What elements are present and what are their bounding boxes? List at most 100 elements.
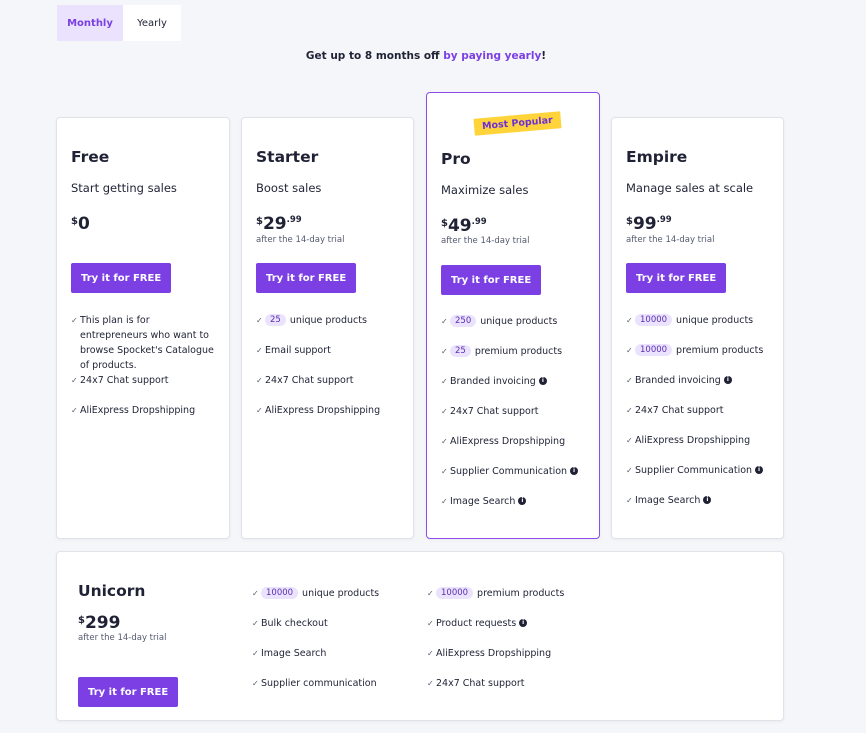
plan-tagline: Boost sales xyxy=(256,181,322,195)
feature-item: ✓ Supplier Communication i xyxy=(626,463,773,478)
yearly-promo-text: Get up to 8 months off by paying yearly! xyxy=(0,50,852,62)
trial-note: after the 14-day trial xyxy=(626,235,715,245)
billing-yearly-option[interactable]: Yearly xyxy=(123,5,181,41)
check-icon: ✓ xyxy=(626,406,633,415)
feature-item: ✓ 250 unique products xyxy=(441,314,589,329)
promo-suffix: ! xyxy=(541,50,547,62)
feature-text: Image Search xyxy=(450,496,516,507)
price-cents: .99 xyxy=(471,217,487,227)
plan-card-free: Free Start getting sales $0 Try it for F… xyxy=(56,117,230,539)
feature-text: Supplier Communication xyxy=(450,466,568,477)
feature-item: ✓ AliExpress Dropshipping xyxy=(626,433,773,448)
check-icon: ✓ xyxy=(626,496,633,505)
check-icon: ✓ xyxy=(427,589,434,598)
trial-note: after the 14-day trial xyxy=(441,236,530,246)
feature-item: ✓ 25 premium products xyxy=(441,344,589,359)
feature-item: ✓ 24x7 Chat support xyxy=(256,373,403,388)
plan-tagline: Manage sales at scale xyxy=(626,181,754,195)
try-free-button-empire[interactable]: Try it for FREE xyxy=(626,263,727,293)
plan-name: Unicorn xyxy=(78,582,146,600)
plan-price: $99.99 xyxy=(626,214,672,234)
feature-text: 24x7 Chat support xyxy=(450,406,539,417)
feature-item: ✓ AliExpress Dropshipping xyxy=(441,434,589,449)
try-free-button-free[interactable]: Try it for FREE xyxy=(71,263,172,293)
check-icon: ✓ xyxy=(441,467,448,476)
feature-text: 24x7 Chat support xyxy=(436,678,525,689)
feature-item: ✓ AliExpress Dropshipping xyxy=(256,403,403,418)
feature-count-badge: 10000 xyxy=(261,587,299,599)
feature-text: Supplier Communication xyxy=(635,465,753,476)
check-icon: ✓ xyxy=(441,497,448,506)
info-icon[interactable]: i xyxy=(703,496,712,504)
check-icon: ✓ xyxy=(626,436,633,445)
feature-item: ✓ Image Search i xyxy=(626,493,773,508)
plan-name: Empire xyxy=(626,148,688,166)
feature-item: ✓ 24x7 Chat support xyxy=(427,676,607,691)
try-free-button-unicorn[interactable]: Try it for FREE xyxy=(78,677,179,707)
feature-item: ✓ 10000 unique products xyxy=(252,586,422,601)
plan-tagline: Maximize sales xyxy=(441,183,529,197)
check-icon: ✓ xyxy=(252,619,259,628)
check-icon: ✓ xyxy=(626,466,633,475)
plan-name: Starter xyxy=(256,148,319,166)
feature-count-badge: 25 xyxy=(265,314,286,326)
feature-text: premium products xyxy=(477,588,565,599)
feature-text: AliExpress Dropshipping xyxy=(635,435,751,446)
price-amount: 29 xyxy=(262,214,287,234)
price-currency: $ xyxy=(626,216,633,227)
check-icon: ✓ xyxy=(441,437,448,446)
feature-count-badge: 10000 xyxy=(635,344,673,356)
feature-text: Email support xyxy=(265,345,331,356)
check-icon: ✓ xyxy=(626,316,633,325)
feature-item: ✓ 10000 unique products xyxy=(626,313,773,328)
check-icon: ✓ xyxy=(252,679,259,688)
feature-text: AliExpress Dropshipping xyxy=(436,648,552,659)
most-popular-badge: Most Popular xyxy=(473,111,562,136)
feature-count-badge: 10000 xyxy=(436,587,474,599)
info-icon[interactable]: i xyxy=(518,497,527,505)
plan-tagline: Start getting sales xyxy=(71,181,177,195)
check-icon: ✓ xyxy=(252,649,259,658)
feature-text: Product requests xyxy=(436,618,517,629)
price-currency: $ xyxy=(441,218,448,229)
feature-text: AliExpress Dropshipping xyxy=(80,405,196,416)
check-icon: ✓ xyxy=(252,589,259,598)
price-cents: .99 xyxy=(286,215,302,225)
feature-text: premium products xyxy=(676,345,764,356)
plan-card-starter: Starter Boost sales $29.99 after the 14-… xyxy=(241,117,414,539)
feature-text: 24x7 Chat support xyxy=(635,405,724,416)
billing-monthly-option[interactable]: Monthly xyxy=(57,5,123,41)
feature-item: ✓ Product requests i xyxy=(427,616,607,631)
feature-text: Bulk checkout xyxy=(261,618,328,629)
feature-item: ✓ AliExpress Dropshipping xyxy=(427,646,607,661)
feature-text: 24x7 Chat support xyxy=(265,375,354,386)
try-free-button-pro[interactable]: Try it for FREE xyxy=(441,265,542,295)
feature-text: Image Search xyxy=(635,495,701,506)
price-amount: 99 xyxy=(632,214,657,234)
feature-item: ✓ This plan is for entrepreneurs who want… xyxy=(71,313,219,373)
feature-item: ✓ 24x7 Chat support xyxy=(626,403,773,418)
feature-item: ✓ 25 unique products xyxy=(256,313,403,328)
feature-count-badge: 25 xyxy=(450,345,471,357)
info-icon[interactable]: i xyxy=(570,467,579,475)
info-icon[interactable]: i xyxy=(538,377,547,385)
feature-text: This plan is for entrepreneurs who want … xyxy=(80,315,214,371)
billing-toggle: Monthly Yearly xyxy=(57,5,181,41)
info-icon[interactable]: i xyxy=(519,619,528,627)
plan-price: $29.99 xyxy=(256,214,302,234)
check-icon: ✓ xyxy=(441,317,448,326)
check-icon: ✓ xyxy=(256,376,263,385)
check-icon: ✓ xyxy=(256,316,263,325)
feature-text: AliExpress Dropshipping xyxy=(265,405,381,416)
feature-text: Image Search xyxy=(261,648,327,659)
plan-card-unicorn: Unicorn $299 after the 14-day trial Try … xyxy=(56,551,784,721)
feature-text: AliExpress Dropshipping xyxy=(450,436,566,447)
price-currency: $ xyxy=(78,615,85,626)
info-icon[interactable]: i xyxy=(723,376,732,384)
try-free-button-starter[interactable]: Try it for FREE xyxy=(256,263,357,293)
price-amount: 0 xyxy=(77,214,90,234)
check-icon: ✓ xyxy=(71,316,78,325)
plan-card-pro: Most Popular Pro Maximize sales $49.99 a… xyxy=(426,92,600,539)
info-icon[interactable]: i xyxy=(755,466,764,474)
feature-text: unique products xyxy=(676,315,754,326)
